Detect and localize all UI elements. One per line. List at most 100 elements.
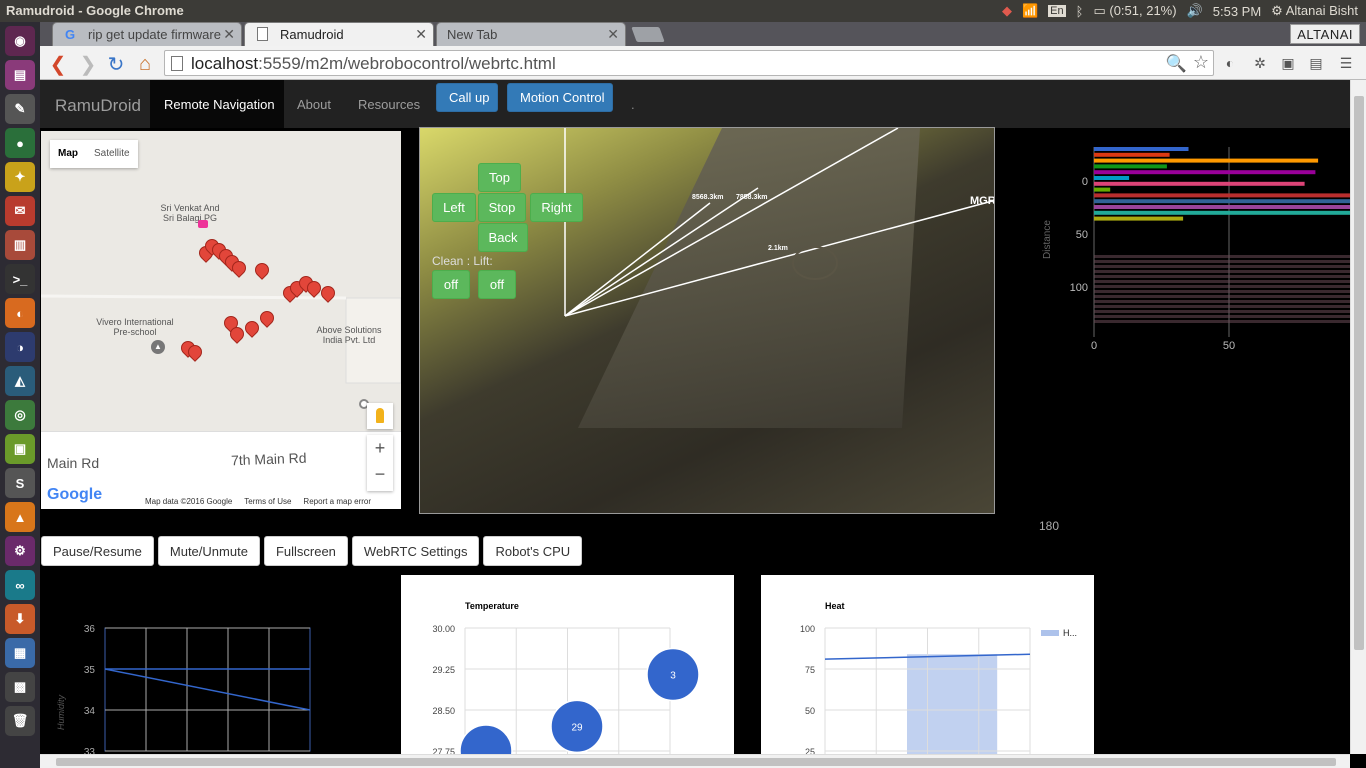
map-type-map[interactable]: Map (50, 140, 86, 168)
mysql-icon[interactable]: ◭ (5, 366, 35, 396)
clock[interactable]: 5:53 PM (1213, 4, 1261, 19)
report-error-link[interactable]: Report a map error (303, 497, 371, 506)
software-center-icon[interactable]: ⬇ (5, 604, 35, 634)
settings-icon[interactable]: ⚙ (5, 536, 35, 566)
mute-unmute-button[interactable]: Mute/Unmute (157, 536, 260, 566)
school-icon: ▲ (151, 340, 165, 354)
zoom-in-button[interactable]: + (367, 435, 393, 461)
firefox-icon[interactable]: ◐ (5, 298, 35, 328)
x-tick-label: 0 (1091, 340, 1097, 352)
nav-resources[interactable]: Resources (358, 97, 420, 112)
chrome-icon[interactable]: ● (5, 128, 35, 158)
battery-status[interactable]: ▭ (0:51, 21%) (1093, 3, 1176, 19)
terms-link[interactable]: Terms of Use (244, 497, 291, 506)
call-up-button[interactable]: Call up (436, 83, 498, 112)
motion-control-button[interactable]: Motion Control (507, 83, 613, 112)
stop-button[interactable]: Stop (478, 193, 526, 222)
files-icon[interactable]: ▤ (5, 60, 35, 90)
distance-label: MGR (970, 195, 995, 207)
distance-bar-chart: 050100050100Distance (1042, 147, 1350, 352)
street-view-pegman[interactable] (367, 403, 393, 429)
extension-icon-1[interactable]: ◐ (1220, 53, 1240, 73)
reload-icon[interactable]: ↻ (104, 52, 128, 76)
bar (1094, 216, 1184, 221)
move-right-button[interactable]: Right (530, 193, 583, 222)
move-back-button[interactable]: Back (478, 223, 528, 252)
eclipse-icon[interactable]: ◑ (5, 332, 35, 362)
text-editor-icon[interactable]: ✎ (5, 94, 35, 124)
robots-cpu-button[interactable]: Robot's CPU (483, 536, 583, 566)
extension-icon-3[interactable]: ▣ (1278, 53, 1298, 73)
map-type-satellite[interactable]: Satellite (86, 140, 138, 168)
map-place-label: Vivero International Pre-school (96, 317, 174, 337)
browser-toolbar: ❮ ❯ ↻ ⌂ localhost:5559/m2m/webrobocontro… (40, 46, 1366, 80)
archive-icon[interactable]: ▥ (5, 230, 35, 260)
bluetooth-icon[interactable]: ᛒ (1076, 4, 1084, 19)
android-studio-icon[interactable]: ◎ (5, 400, 35, 430)
android-icon[interactable]: ▣ (5, 434, 35, 464)
bookmark-star-icon[interactable]: ☆ (1193, 52, 1209, 73)
horizontal-scrollbar[interactable] (40, 754, 1350, 768)
calendar-icon[interactable]: ▦ (5, 638, 35, 668)
y-tick-label: 30.00 (432, 624, 455, 634)
forward-icon[interactable]: ❯ (76, 52, 100, 76)
browser-tab[interactable]: G rip get update firmware ✕ (52, 22, 242, 46)
y-tick-label: 50 (805, 706, 815, 716)
vlc-icon[interactable]: ▲ (5, 502, 35, 532)
terminal-icon[interactable]: >_ (5, 264, 35, 294)
chrome-menu-icon[interactable]: ☰ (1336, 53, 1356, 73)
google-logo[interactable]: Google (47, 486, 102, 504)
move-left-button[interactable]: Left (432, 193, 476, 222)
zoom-search-icon[interactable]: 🔍 (1166, 54, 1187, 74)
extension-icon-4[interactable]: ▤ (1306, 53, 1326, 73)
user-menu[interactable]: ⚙ Altanai Bisht (1271, 3, 1358, 19)
bubble-label: 29 (571, 722, 583, 733)
browser-tab-active[interactable]: Ramudroid ✕ (244, 22, 434, 46)
webrtc-video-feed[interactable]: 8568.3km 7858.3km MGR 2.1km Top Left Sto… (419, 127, 995, 514)
close-tab-icon[interactable]: ✕ (415, 26, 427, 43)
close-tab-icon[interactable]: ✕ (607, 26, 619, 43)
google-map[interactable]: Map Satellite Sri Venkat And Sri Balagi … (41, 131, 401, 509)
bar (1094, 176, 1130, 180)
lift-toggle-button[interactable]: off (478, 270, 516, 299)
close-tab-icon[interactable]: ✕ (223, 26, 235, 43)
move-top-button[interactable]: Top (478, 163, 521, 192)
scroll-thumb[interactable] (1354, 96, 1364, 650)
map-attribution: Map data ©2016 Google (145, 497, 233, 506)
bar (1094, 170, 1316, 175)
gmail-icon[interactable]: ✉ (5, 196, 35, 226)
brand-link[interactable]: RamuDroid (55, 96, 141, 116)
home-icon[interactable]: ⌂ (133, 52, 157, 76)
bulb-icon[interactable]: ✦ (5, 162, 35, 192)
bar-row (1094, 280, 1350, 283)
vertical-scrollbar[interactable] (1350, 80, 1366, 754)
nav-about[interactable]: About (297, 97, 331, 112)
road-label: Main Rd (47, 455, 100, 471)
pause-resume-button[interactable]: Pause/Resume (41, 536, 154, 566)
nav-remote-navigation[interactable]: Remote Navigation (150, 80, 284, 128)
fullscreen-button[interactable]: Fullscreen (263, 536, 348, 566)
trash-icon[interactable]: 🗑 (5, 706, 35, 736)
keyboard-layout[interactable]: En (1048, 5, 1066, 17)
sublime-icon[interactable]: S (5, 468, 35, 498)
zoom-out-button[interactable]: − (367, 461, 393, 487)
arduino-icon[interactable]: ∞ (5, 570, 35, 600)
legend-swatch (1041, 630, 1059, 636)
dropbox-icon[interactable]: ◆ (1002, 3, 1012, 19)
scroll-thumb[interactable] (56, 758, 1336, 766)
wifi-icon[interactable]: 📶 (1022, 3, 1038, 19)
webrtc-settings-button[interactable]: WebRTC Settings (351, 536, 480, 566)
browser-tab[interactable]: New Tab ✕ (436, 22, 626, 46)
back-icon[interactable]: ❮ (46, 52, 70, 76)
volume-icon[interactable]: 🔊 (1187, 3, 1203, 19)
extension-icon-2[interactable]: ✲ (1250, 53, 1270, 73)
page-info-icon[interactable] (171, 56, 183, 71)
workspace-icon[interactable]: ▩ (5, 672, 35, 702)
new-tab-button[interactable] (631, 27, 665, 42)
clean-toggle-button[interactable]: off (432, 270, 470, 299)
address-bar[interactable]: localhost:5559/m2m/webrobocontrol/webrtc… (164, 50, 1214, 76)
url-path: :5559/m2m/webrobocontrol/webrtc.html (258, 54, 556, 73)
profile-button[interactable]: ALTANAI (1290, 24, 1360, 44)
bar (1094, 210, 1350, 215)
ubuntu-dash-icon[interactable]: ◉ (5, 26, 35, 56)
